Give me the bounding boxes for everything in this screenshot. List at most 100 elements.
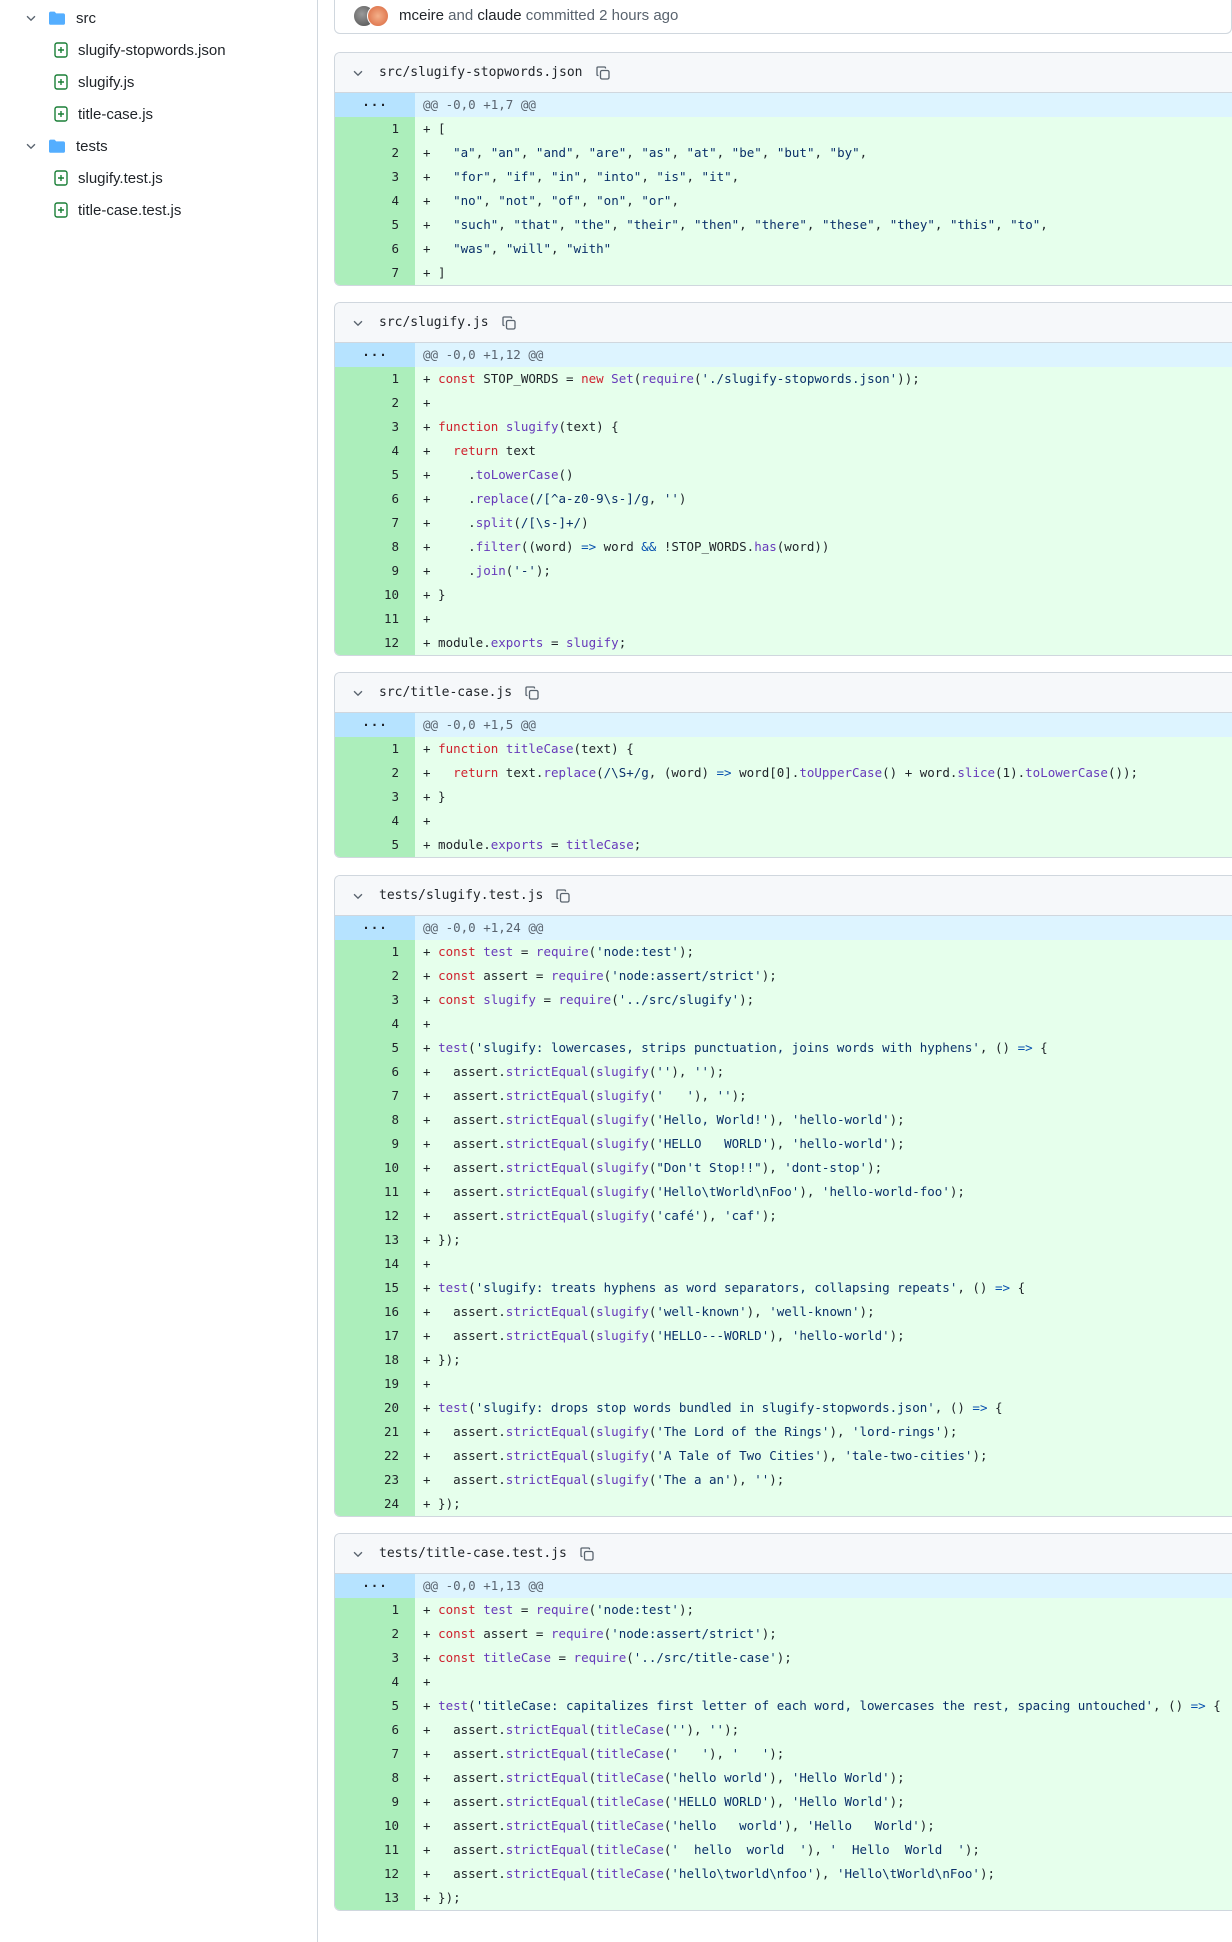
line-number[interactable]: 6 (335, 487, 415, 511)
chevron-down-icon[interactable] (351, 1547, 365, 1561)
line-number[interactable]: 5 (335, 213, 415, 237)
line-number[interactable]: 6 (335, 237, 415, 261)
chevron-down-icon[interactable] (24, 139, 38, 153)
line-number[interactable]: 12 (335, 631, 415, 655)
line-number[interactable]: 1 (335, 367, 415, 391)
copy-icon[interactable] (555, 888, 571, 904)
tree-folder[interactable]: tests (24, 130, 108, 162)
line-number[interactable]: 2 (335, 391, 415, 415)
line-number[interactable]: 7 (335, 1742, 415, 1766)
line-number[interactable]: 5 (335, 1694, 415, 1718)
line-number[interactable]: 18 (335, 1348, 415, 1372)
line-number[interactable]: 17 (335, 1324, 415, 1348)
line-number[interactable]: 3 (335, 988, 415, 1012)
line-number[interactable]: 14 (335, 1252, 415, 1276)
tree-file[interactable]: slugify-stopwords.json (54, 34, 226, 66)
line-number[interactable]: 10 (335, 583, 415, 607)
line-number[interactable]: 7 (335, 1084, 415, 1108)
line-number[interactable]: 3 (335, 1646, 415, 1670)
line-number[interactable]: 1 (335, 940, 415, 964)
line-number[interactable]: 4 (335, 1670, 415, 1694)
avatar[interactable] (367, 4, 389, 27)
line-number[interactable]: 2 (335, 1622, 415, 1646)
diff-file-header[interactable]: src/title-case.js (335, 673, 1232, 713)
chevron-down-icon[interactable] (351, 686, 365, 700)
line-number[interactable]: 12 (335, 1862, 415, 1886)
expand-hunk-button[interactable]: ··· (335, 916, 415, 940)
tree-file[interactable]: title-case.test.js (54, 194, 181, 226)
line-number[interactable]: 5 (335, 833, 415, 857)
diff-code: + "for", "if", "in", "into", "is", "it", (415, 165, 1232, 189)
diff-file-header[interactable]: src/slugify.js (335, 303, 1232, 343)
commit-author-link[interactable]: claude (477, 7, 521, 24)
line-number[interactable]: 4 (335, 809, 415, 833)
diff-file-header[interactable]: tests/slugify.test.js (335, 876, 1232, 916)
line-number[interactable]: 24 (335, 1492, 415, 1516)
line-number[interactable]: 6 (335, 1718, 415, 1742)
chevron-down-icon[interactable] (351, 316, 365, 330)
line-number[interactable]: 1 (335, 737, 415, 761)
line-number[interactable]: 20 (335, 1396, 415, 1420)
diff-file-header[interactable]: src/slugify-stopwords.json (335, 53, 1232, 93)
line-number[interactable]: 3 (335, 415, 415, 439)
line-number[interactable]: 2 (335, 964, 415, 988)
line-number[interactable]: 8 (335, 1108, 415, 1132)
tree-folder[interactable]: src (24, 2, 96, 34)
line-number[interactable]: 10 (335, 1156, 415, 1180)
line-number[interactable]: 11 (335, 1180, 415, 1204)
copy-icon[interactable] (579, 1546, 595, 1562)
line-number[interactable]: 8 (335, 1766, 415, 1790)
expand-hunk-button[interactable]: ··· (335, 343, 415, 367)
copy-icon[interactable] (595, 65, 611, 81)
line-number[interactable]: 9 (335, 559, 415, 583)
line-number[interactable]: 7 (335, 511, 415, 535)
chevron-down-icon[interactable] (351, 66, 365, 80)
line-number[interactable]: 3 (335, 165, 415, 189)
line-number[interactable]: 9 (335, 1790, 415, 1814)
line-number[interactable]: 15 (335, 1276, 415, 1300)
chevron-down-icon[interactable] (24, 11, 38, 25)
line-number[interactable]: 8 (335, 535, 415, 559)
line-number[interactable]: 2 (335, 141, 415, 165)
author-avatars[interactable] (353, 4, 389, 27)
line-number[interactable]: 4 (335, 439, 415, 463)
line-number[interactable]: 4 (335, 1012, 415, 1036)
file-path[interactable]: src/title-case.js (379, 685, 512, 700)
line-number[interactable]: 4 (335, 189, 415, 213)
file-path[interactable]: src/slugify.js (379, 315, 489, 330)
line-number[interactable]: 13 (335, 1228, 415, 1252)
line-number[interactable]: 19 (335, 1372, 415, 1396)
expand-hunk-button[interactable]: ··· (335, 1574, 415, 1598)
line-number[interactable]: 10 (335, 1814, 415, 1838)
diff-file-header[interactable]: tests/title-case.test.js (335, 1534, 1232, 1574)
line-number[interactable]: 5 (335, 463, 415, 487)
chevron-down-icon[interactable] (351, 889, 365, 903)
tree-file[interactable]: slugify.test.js (54, 162, 163, 194)
line-number[interactable]: 5 (335, 1036, 415, 1060)
line-number[interactable]: 1 (335, 1598, 415, 1622)
file-path[interactable]: src/slugify-stopwords.json (379, 65, 583, 80)
line-number[interactable]: 2 (335, 761, 415, 785)
line-number[interactable]: 1 (335, 117, 415, 141)
file-path[interactable]: tests/title-case.test.js (379, 1546, 567, 1561)
line-number[interactable]: 16 (335, 1300, 415, 1324)
tree-file[interactable]: title-case.js (54, 98, 153, 130)
expand-hunk-button[interactable]: ··· (335, 713, 415, 737)
line-number[interactable]: 23 (335, 1468, 415, 1492)
line-number[interactable]: 12 (335, 1204, 415, 1228)
line-number[interactable]: 22 (335, 1444, 415, 1468)
line-number[interactable]: 6 (335, 1060, 415, 1084)
line-number[interactable]: 11 (335, 607, 415, 631)
line-number[interactable]: 21 (335, 1420, 415, 1444)
commit-author-link[interactable]: mceire (399, 7, 444, 24)
expand-hunk-button[interactable]: ··· (335, 93, 415, 117)
copy-icon[interactable] (501, 315, 517, 331)
line-number[interactable]: 13 (335, 1886, 415, 1910)
line-number[interactable]: 3 (335, 785, 415, 809)
line-number[interactable]: 11 (335, 1838, 415, 1862)
copy-icon[interactable] (524, 685, 540, 701)
tree-file[interactable]: slugify.js (54, 66, 134, 98)
line-number[interactable]: 7 (335, 261, 415, 285)
file-path[interactable]: tests/slugify.test.js (379, 888, 543, 903)
line-number[interactable]: 9 (335, 1132, 415, 1156)
